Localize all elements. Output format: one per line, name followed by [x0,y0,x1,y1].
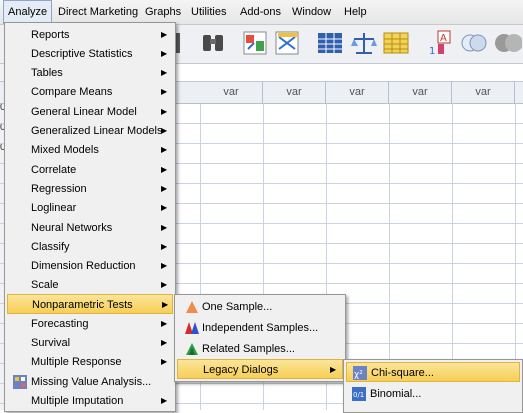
menu-item-general-linear-model[interactable]: General Linear Model ▶ [5,102,175,122]
weight-scale-icon[interactable] [350,29,378,57]
menu-window[interactable]: Window [288,0,335,24]
menu-item-descriptive-statistics[interactable]: Descriptive Statistics ▶ [5,44,175,64]
menu-add-ons[interactable]: Add-ons [236,0,285,24]
svg-text:1: 1 [429,46,435,57]
menu-item-mixed-models[interactable]: Mixed Models ▶ [5,140,175,160]
column-header-var[interactable]: var [326,82,389,103]
circles-icon[interactable] [460,29,488,57]
menu-item-scale[interactable]: Scale ▶ [5,275,175,295]
toolbar-edge-icon[interactable] [172,29,200,57]
binoculars-icon[interactable] [200,29,228,57]
menu-help[interactable]: Help [340,0,371,24]
column-header-var[interactable]: var [263,82,326,103]
menu-item-one-sample[interactable]: One Sample... [175,297,345,317]
sort-labels-icon[interactable]: A1 [426,29,454,57]
chi-square-icon: χ² [353,366,367,380]
menu-item-chi-square[interactable]: χ² Chi-square... [346,362,520,382]
one-sample-icon [186,301,198,313]
insert-cases-icon[interactable] [242,29,270,57]
menu-item-generalized-linear-models[interactable]: Generalized Linear Models ▶ [5,121,175,141]
menu-item-legacy-dialogs[interactable]: Legacy Dialogs ▶ [177,359,343,379]
menu-graphs[interactable]: Graphs [141,0,185,24]
legacy-dialogs-submenu: χ² Chi-square... 0/1 Binomial... [343,359,523,413]
menu-item-correlate[interactable]: Correlate ▶ [5,160,175,180]
nonparametric-tests-submenu: One Sample... Independent Samples... Rel… [174,294,346,382]
menu-item-missing-value-analysis[interactable]: Missing Value Analysis... [5,372,175,392]
column-header-var[interactable]: var [452,82,515,103]
menu-item-related-samples[interactable]: Related Samples... [175,339,345,359]
value-labels-icon[interactable] [382,29,410,57]
menu-item-dimension-reduction[interactable]: Dimension Reduction ▶ [5,256,175,276]
menu-item-forecasting[interactable]: Forecasting ▶ [5,314,175,334]
binomial-icon: 0/1 [352,387,366,401]
menu-item-tables[interactable]: Tables ▶ [5,63,175,83]
missing-value-icon [13,375,27,389]
analyze-menu: Reports ▶ Descriptive Statistics ▶ Tables ▶… [4,22,176,412]
menu-item-binomial[interactable]: 0/1 Binomial... [344,384,522,404]
menu-item-neural-networks[interactable]: Neural Networks ▶ [5,218,175,238]
menu-utilities[interactable]: Utilities [187,0,230,24]
menu-item-nonparametric-tests[interactable]: Nonparametric Tests ▶ [7,294,173,314]
split-file-icon[interactable] [274,29,302,57]
menu-item-compare-means[interactable]: Compare Means ▶ [5,82,175,102]
column-header-var[interactable]: var [389,82,452,103]
svg-text:χ²: χ² [354,370,363,380]
related-samples-icon [186,343,198,355]
menu-item-reports[interactable]: Reports ▶ [5,25,175,45]
menu-item-survival[interactable]: Survival ▶ [5,333,175,353]
independent-samples-icon [185,322,199,334]
svg-text:A: A [440,33,447,44]
menu-analyze[interactable]: Analyze [3,0,53,24]
svg-text:0/1: 0/1 [353,391,364,399]
menu-item-classify[interactable]: Classify ▶ [5,237,175,257]
menu-item-multiple-imputation[interactable]: Multiple Imputation ▶ [5,391,175,411]
column-header-var[interactable]: var [200,82,263,103]
menu-item-independent-samples[interactable]: Independent Samples... [175,318,345,338]
data-grid-icon[interactable] [316,29,344,57]
menu-item-loglinear[interactable]: Loglinear ▶ [5,198,175,218]
menu-item-regression[interactable]: Regression ▶ [5,179,175,199]
menu-direct-marketing[interactable]: Direct Marketing [54,0,142,24]
gray-circles-icon[interactable] [494,29,522,57]
menu-item-multiple-response[interactable]: Multiple Response ▶ [5,352,175,372]
